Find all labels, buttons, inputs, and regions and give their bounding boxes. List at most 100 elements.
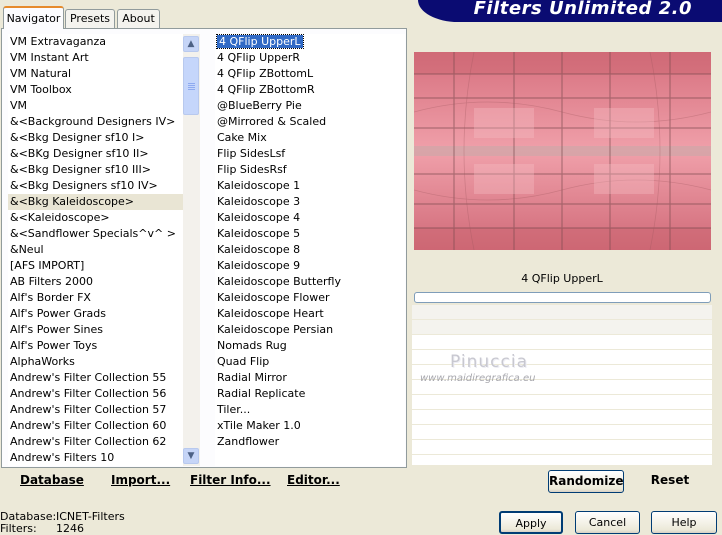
- filter-list[interactable]: 4 QFlip UpperL 4 QFlip UpperR 4 QFlip ZBot…: [215, 34, 405, 466]
- category-item[interactable]: [AFS IMPORT]: [8, 258, 183, 274]
- editor-button[interactable]: Editor...: [287, 473, 340, 487]
- filter-item[interactable]: @BlueBerry Pie: [215, 98, 405, 114]
- parameter-area: [412, 305, 712, 470]
- category-item[interactable]: Andrew's Filter Collection 55: [8, 370, 183, 386]
- filter-item[interactable]: Kaleidoscope 8: [215, 242, 405, 258]
- category-scrollbar[interactable]: ▲ ▼: [183, 34, 200, 466]
- database-button[interactable]: Database: [20, 473, 84, 487]
- category-item-label: Andrew's Filter Collection 60: [10, 419, 167, 432]
- filter-item[interactable]: Radial Replicate: [215, 386, 405, 402]
- filter-item[interactable]: Kaleidoscope Persian: [215, 322, 405, 338]
- category-item[interactable]: &<Kaleidoscope>: [8, 210, 183, 226]
- filter-item[interactable]: Kaleidoscope 1: [215, 178, 405, 194]
- category-item[interactable]: AlphaWorks: [8, 354, 183, 370]
- category-item[interactable]: VM: [8, 98, 183, 114]
- filter-item[interactable]: Kaleidoscope 3: [215, 194, 405, 210]
- category-item[interactable]: Andrew's Filter Collection 56: [8, 386, 183, 402]
- scroll-thumb[interactable]: [183, 57, 199, 115]
- filter-item[interactable]: Kaleidoscope 5: [215, 226, 405, 242]
- category-item[interactable]: VM Toolbox: [8, 82, 183, 98]
- filter-item[interactable]: Kaleidoscope 4: [215, 210, 405, 226]
- category-item-label: &<Bkg Designer sf10 I>: [10, 131, 145, 144]
- filter-item-label: Kaleidoscope 9: [217, 259, 301, 272]
- filter-item-label: Radial Mirror: [217, 371, 287, 384]
- filter-item[interactable]: 4 QFlip ZBottomR: [215, 82, 405, 98]
- category-item[interactable]: &<Sandflower Specials^v^ >: [8, 226, 183, 242]
- filter-item[interactable]: 4 QFlip UpperL: [215, 34, 405, 50]
- filter-item-label: Kaleidoscope Butterfly: [217, 275, 341, 288]
- filter-item[interactable]: Flip SidesLsf: [215, 146, 405, 162]
- filter-item[interactable]: xTile Maker 1.0: [215, 418, 405, 434]
- filter-item-label: Kaleidoscope Persian: [217, 323, 334, 336]
- filter-item[interactable]: 4 QFlip ZBottomL: [215, 66, 405, 82]
- category-item-label: &<Bkg Designers sf10 IV>: [10, 179, 158, 192]
- category-item[interactable]: Alf's Power Grads: [8, 306, 183, 322]
- filter-item-label: Cake Mix: [217, 131, 267, 144]
- category-item[interactable]: Andrew's Filter Collection 62: [8, 434, 183, 450]
- filter-item[interactable]: Kaleidoscope Butterfly: [215, 274, 405, 290]
- filter-item-label: Kaleidoscope Flower: [217, 291, 330, 304]
- category-item-label: &Neul: [10, 243, 44, 256]
- filter-item[interactable]: Zandflower: [215, 434, 405, 450]
- filter-item[interactable]: Kaleidoscope Flower: [215, 290, 405, 306]
- filter-item[interactable]: Kaleidoscope 9: [215, 258, 405, 274]
- category-item[interactable]: &<Bkg Designer sf10 I>: [8, 130, 183, 146]
- category-item[interactable]: Andrew's Filter Collection 60: [8, 418, 183, 434]
- filter-item[interactable]: Tiler...: [215, 402, 405, 418]
- category-item-label: VM Toolbox: [10, 83, 72, 96]
- category-item[interactable]: Alf's Power Toys: [8, 338, 183, 354]
- filter-item[interactable]: Flip SidesRsf: [215, 162, 405, 178]
- scroll-down-arrow-icon[interactable]: ▼: [183, 448, 199, 464]
- category-item-label: &<Bkg Designer sf10 III>: [10, 163, 152, 176]
- category-item[interactable]: AB Filters 2000: [8, 274, 183, 290]
- tab-about[interactable]: About: [117, 9, 160, 28]
- category-item[interactable]: Alf's Border FX: [8, 290, 183, 306]
- category-item[interactable]: &Neul: [8, 242, 183, 258]
- filter-item-label: @BlueBerry Pie: [217, 99, 302, 112]
- category-item[interactable]: &<Bkg Kaleidoscope>: [8, 194, 183, 210]
- category-item[interactable]: VM Instant Art: [8, 50, 183, 66]
- filter-item-label: Nomads Rug: [217, 339, 287, 352]
- import-button[interactable]: Import...: [111, 473, 170, 487]
- randomize-button[interactable]: Randomize: [548, 470, 624, 493]
- category-item-label: AlphaWorks: [10, 355, 75, 368]
- category-item[interactable]: &<Background Designers IV>: [8, 114, 183, 130]
- tab-navigator[interactable]: Navigator: [3, 6, 64, 29]
- preview-image: [414, 52, 711, 250]
- filter-item[interactable]: @Mirrored & Scaled: [215, 114, 405, 130]
- tab-presets[interactable]: Presets: [65, 9, 115, 28]
- category-item-label: &<Bkg Kaleidoscope>: [10, 195, 135, 208]
- apply-button[interactable]: Apply: [499, 511, 563, 534]
- filter-item[interactable]: 4 QFlip UpperR: [215, 50, 405, 66]
- category-item[interactable]: Andrew's Filters 10: [8, 450, 183, 466]
- filter-item[interactable]: Cake Mix: [215, 130, 405, 146]
- category-item[interactable]: VM Natural: [8, 66, 183, 82]
- category-item-label: VM: [10, 99, 28, 112]
- category-item[interactable]: VM Extravaganza: [8, 34, 183, 50]
- category-item-label: VM Extravaganza: [10, 35, 107, 48]
- cancel-button[interactable]: Cancel: [575, 511, 640, 534]
- filter-item-label: Zandflower: [217, 435, 280, 448]
- category-item[interactable]: Andrew's Filter Collection 57: [8, 402, 183, 418]
- filter-item-label: Quad Flip: [217, 355, 270, 368]
- filter-info-button[interactable]: Filter Info...: [190, 473, 271, 487]
- category-list[interactable]: VM Extravaganza VM Instant Art VM Natural V…: [8, 34, 183, 466]
- scroll-up-arrow-icon[interactable]: ▲: [183, 36, 199, 52]
- filter-item[interactable]: Kaleidoscope Heart: [215, 306, 405, 322]
- app-title: Filters Unlimited 2.0: [473, 0, 692, 19]
- filter-item[interactable]: Quad Flip: [215, 354, 405, 370]
- filter-item[interactable]: Nomads Rug: [215, 338, 405, 354]
- filter-item-label: Kaleidoscope 5: [217, 227, 301, 240]
- filter-item-label: 4 QFlip UpperL: [216, 34, 304, 49]
- filter-item-label: 4 QFlip UpperR: [217, 51, 301, 64]
- category-item[interactable]: Alf's Power Sines: [8, 322, 183, 338]
- progress-bar: [414, 292, 711, 303]
- help-button[interactable]: Help: [651, 511, 717, 534]
- filters-count: 1246: [56, 522, 84, 535]
- category-item-label: Andrew's Filter Collection 62: [10, 435, 167, 448]
- reset-button[interactable]: Reset: [640, 473, 700, 487]
- category-item[interactable]: &<Bkg Designer sf10 III>: [8, 162, 183, 178]
- category-item[interactable]: &<Bkg Designers sf10 IV>: [8, 178, 183, 194]
- filter-item[interactable]: Radial Mirror: [215, 370, 405, 386]
- category-item[interactable]: &<BKg Designer sf10 II>: [8, 146, 183, 162]
